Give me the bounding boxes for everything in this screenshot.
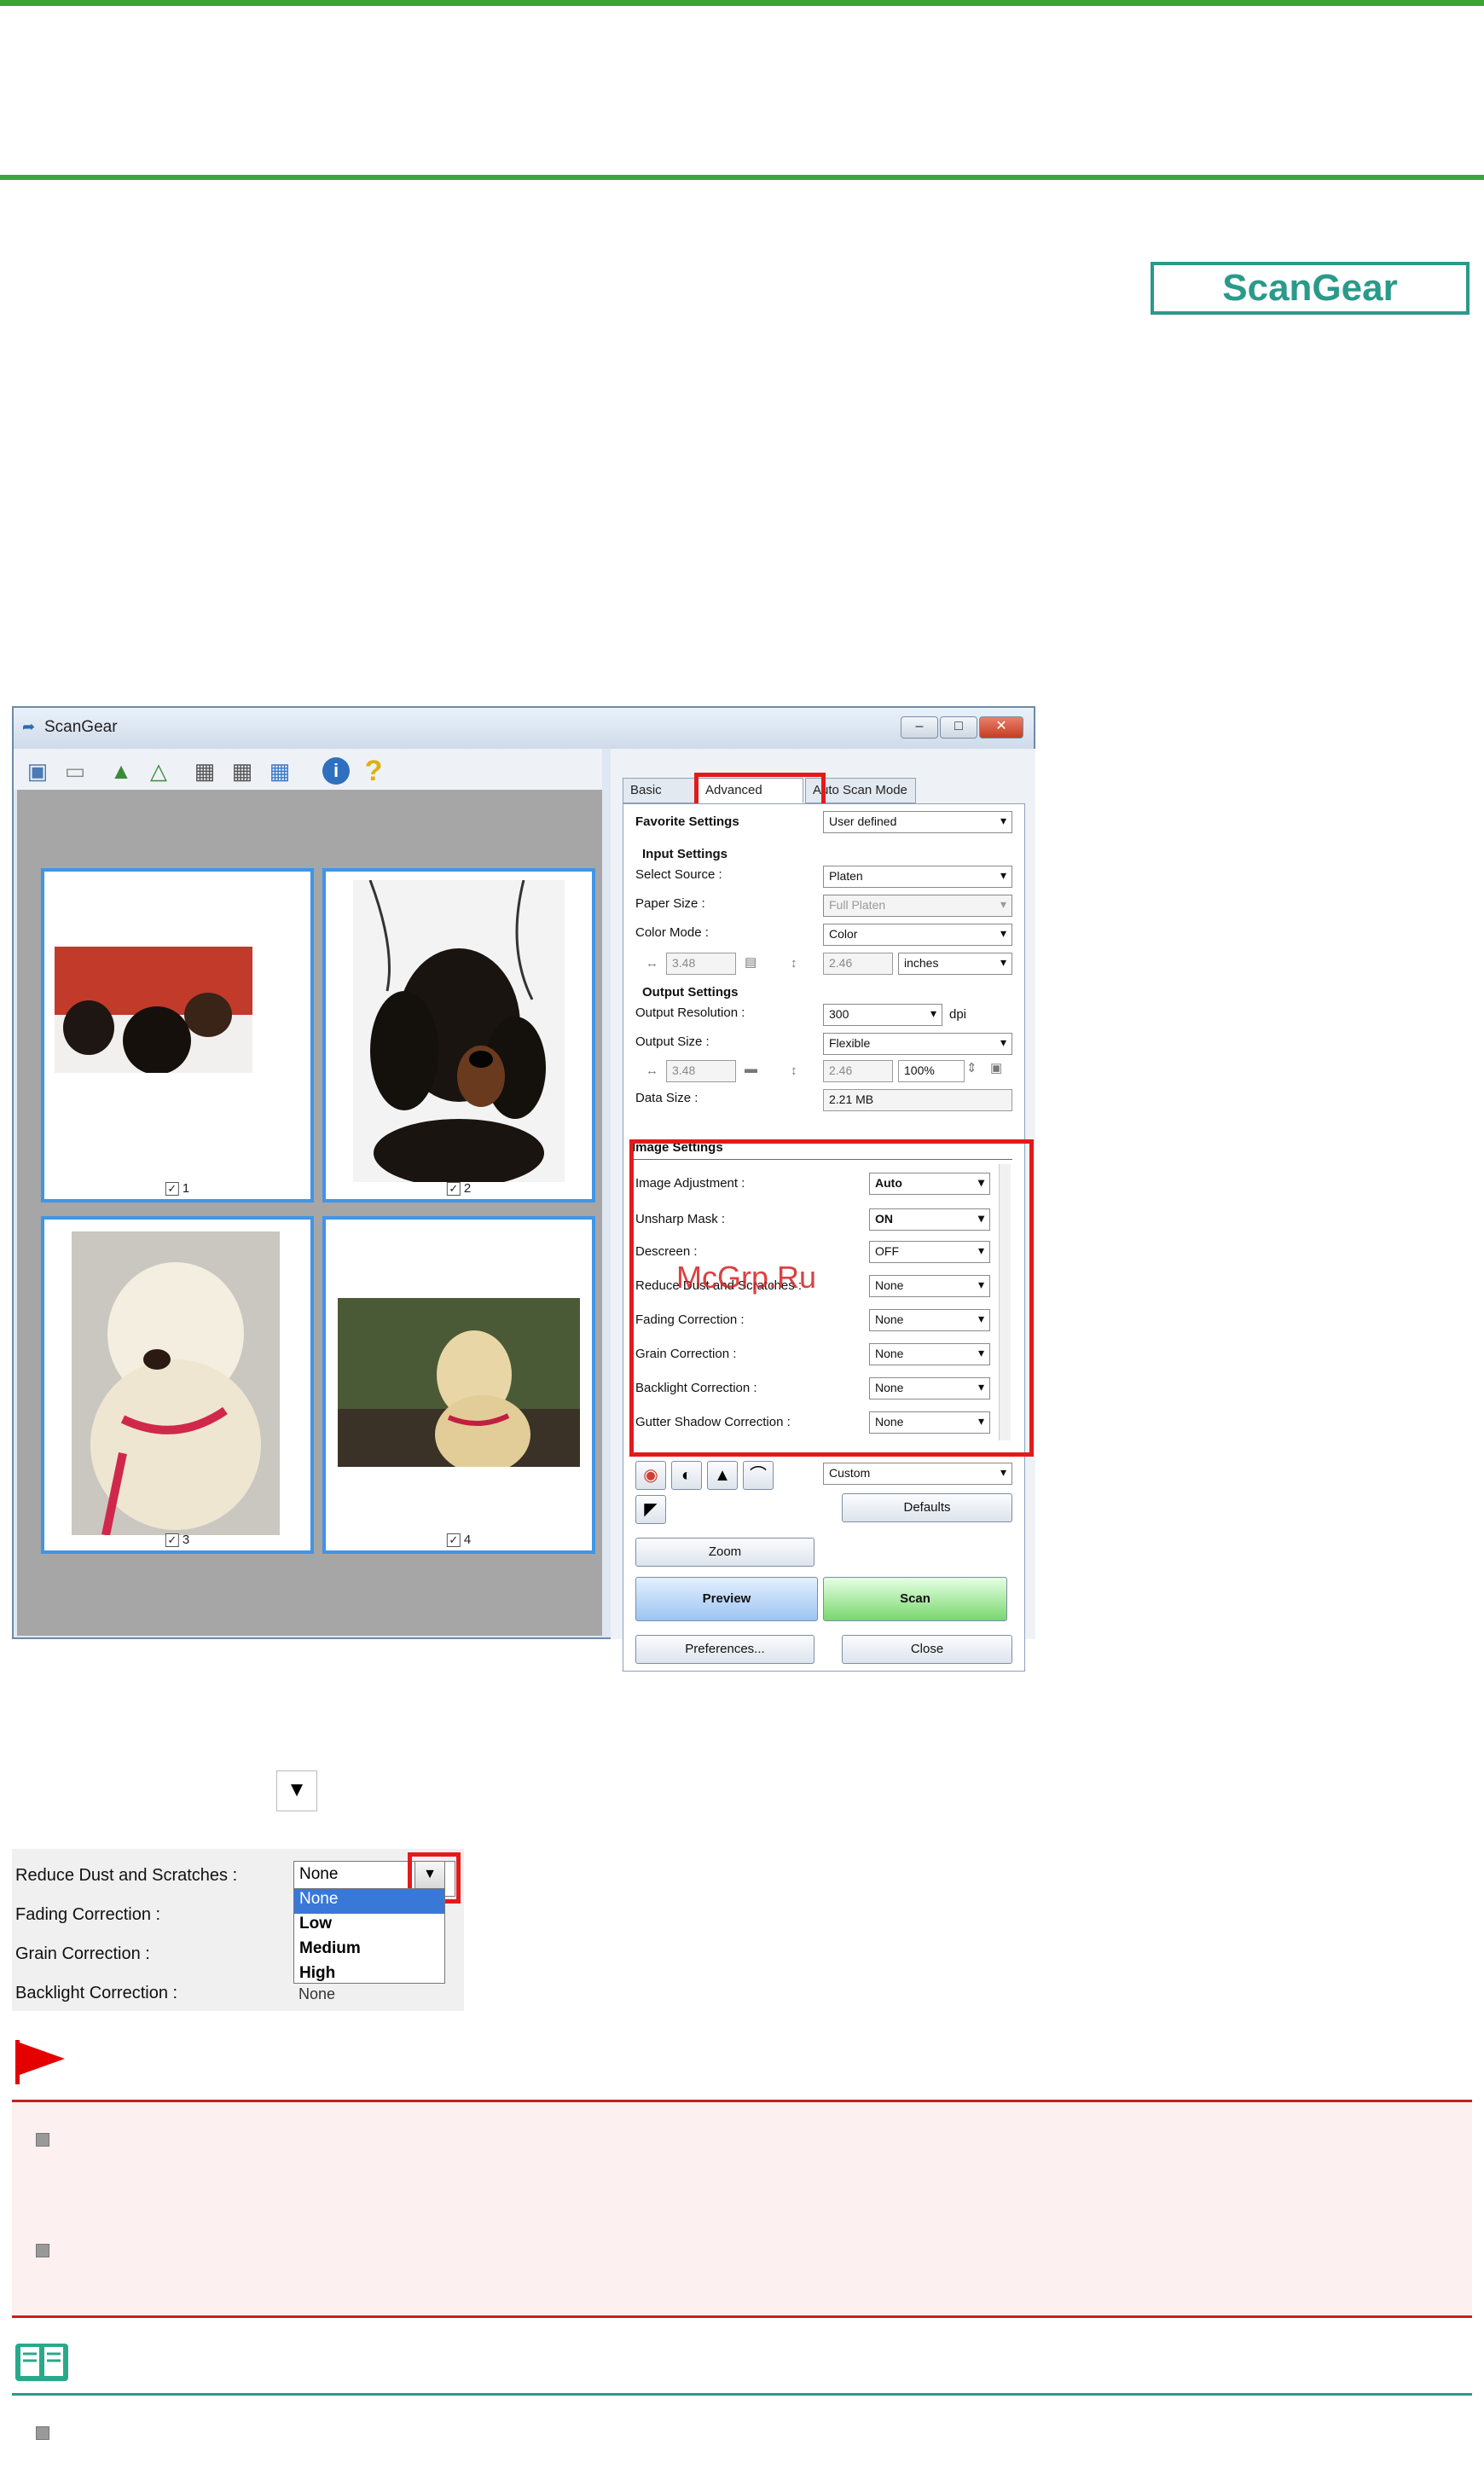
scangear-badge[interactable]: ScanGear — [1151, 262, 1470, 315]
preview-toolbar: ▣ ▭ ▲ △ ▦ ▦ ▦ i ? — [14, 749, 602, 790]
preview-area: ✓ 1 ✓ 2 ✓ 3 ✓ 4 — [17, 790, 602, 1636]
close-button[interactable]: Close — [842, 1635, 1012, 1664]
preview-button[interactable]: Preview — [635, 1577, 818, 1621]
select-source-select[interactable]: Platen — [823, 866, 1012, 888]
tone-curve-icon[interactable]: ⌒ — [743, 1461, 774, 1490]
thumbnail-checkbox-3[interactable]: ✓ 3 — [165, 1533, 189, 1547]
thumbnail-photo-3 — [72, 1231, 280, 1535]
scangear-window: ➦ ScanGear – □ ✕ ▣ ▭ ▲ △ ▦ ▦ ▦ i ? ✓ 1 ✓… — [12, 706, 1035, 1672]
new-page-icon[interactable]: ▭ — [58, 756, 92, 786]
crop-reduce-dust-label: Reduce Dust and Scratches : — [15, 1866, 238, 1885]
color-adjust-icon[interactable]: ◉ — [635, 1461, 666, 1490]
crop-icon[interactable]: △ — [142, 756, 176, 786]
bullet-icon — [36, 2133, 49, 2147]
output-height-field[interactable]: 2.46 — [823, 1060, 893, 1082]
unit-select[interactable]: inches — [898, 953, 1012, 975]
favorite-settings-select[interactable]: User defined — [823, 811, 1012, 833]
color-mode-select[interactable]: Color — [823, 924, 1012, 946]
bullet-icon — [36, 2426, 49, 2440]
preferences-button[interactable]: Preferences... — [635, 1635, 814, 1664]
input-height-icon: ↕ — [791, 956, 797, 971]
header-top-bar — [0, 0, 1484, 6]
bullet-icon — [36, 2244, 49, 2257]
crop-backlight-select: None — [299, 1985, 336, 2002]
maximize-button[interactable]: □ — [940, 716, 977, 739]
auto-crop-icon[interactable]: ▲ — [104, 756, 138, 786]
color-mode-label: Color Mode : — [635, 925, 709, 940]
info-icon[interactable]: i — [319, 756, 353, 786]
zoom-button[interactable]: Zoom — [635, 1538, 814, 1567]
thumbnail-photo-1 — [55, 947, 252, 1073]
link-icon[interactable]: ▬ — [745, 1062, 757, 1076]
output-settings-heading: Output Settings — [642, 985, 739, 1000]
histogram-icon[interactable]: ▲ — [707, 1461, 738, 1490]
thumbnail-photo-4 — [338, 1298, 580, 1467]
paper-size-select: Full Platen — [823, 895, 1012, 917]
tab-basic-mode[interactable]: Basic Mode — [623, 778, 696, 803]
brightness-contrast-icon[interactable]: ◐ — [671, 1461, 702, 1490]
app-icon: ➦ — [22, 718, 36, 735]
output-width-icon: ↔ — [646, 1063, 658, 1078]
window-title: ScanGear — [44, 718, 118, 736]
output-width-field[interactable]: 3.48 — [666, 1060, 736, 1082]
thumbnail-1[interactable]: ✓ 1 — [41, 868, 314, 1202]
dropdown-example: Reduce Dust and Scratches : Fading Corre… — [12, 1849, 464, 2011]
thumbnail-checkbox-2[interactable]: ✓ 2 — [446, 1181, 471, 1196]
crop-fading-label: Fading Correction : — [15, 1905, 161, 1924]
option-low[interactable]: Low — [294, 1914, 444, 1938]
thumbnail-checkbox-4[interactable]: ✓ 4 — [446, 1533, 471, 1547]
thumbnail-photo-2 — [353, 880, 565, 1182]
note-book-icon — [15, 2344, 68, 2381]
input-width-field[interactable]: 3.48 — [666, 953, 736, 975]
option-medium[interactable]: Medium — [294, 1938, 444, 1963]
thumbnail-4[interactable]: ✓ 4 — [322, 1216, 595, 1554]
rotate-icon[interactable]: ▣ — [20, 756, 55, 786]
whole-image-view-icon[interactable]: ▦ — [225, 756, 259, 786]
final-review-icon[interactable]: ◤ — [635, 1495, 666, 1524]
output-resolution-select[interactable]: 300 — [823, 1004, 942, 1026]
thumbnail-3[interactable]: ✓ 3 — [41, 1216, 314, 1554]
thumbnail-view-icon[interactable]: ▦ — [188, 756, 222, 786]
option-high[interactable]: High — [294, 1963, 444, 1988]
tone-preset-select[interactable]: Custom — [823, 1463, 1012, 1485]
scan-button[interactable]: Scan — [823, 1577, 1007, 1621]
option-none[interactable]: None — [294, 1889, 444, 1914]
data-size-value: 2.21 MB — [823, 1089, 1012, 1111]
crop-dropdown-list: None Low Medium High — [293, 1888, 445, 1984]
input-height-field[interactable]: 2.46 — [823, 953, 893, 975]
defaults-button[interactable]: Defaults — [842, 1493, 1012, 1522]
paper-size-label: Paper Size : — [635, 896, 705, 911]
data-size-label: Data Size : — [635, 1091, 699, 1105]
settings-panel: Basic Mode Advanced Mode Auto Scan Mode … — [611, 749, 1035, 1672]
crop-grain-label: Grain Correction : — [15, 1944, 150, 1963]
help-icon[interactable]: ? — [357, 755, 391, 787]
scale-spinner-icon[interactable]: ⇕ — [966, 1060, 977, 1075]
swap-orientation-icon[interactable]: ▣ — [990, 1060, 1002, 1075]
scale-field[interactable]: 100% — [898, 1060, 965, 1082]
thumbnail-checkbox-1[interactable]: ✓ 1 — [165, 1181, 189, 1196]
output-resolution-label: Output Resolution : — [635, 1005, 745, 1020]
output-size-select[interactable]: Flexible — [823, 1033, 1012, 1055]
important-flag-icon — [15, 2040, 65, 2084]
aspect-lock-icon[interactable]: ▤ — [745, 954, 756, 970]
dropdown-arrow-reference: ▼ — [276, 1770, 317, 1811]
note-box — [12, 2393, 1472, 2486]
crop-backlight-label: Backlight Correction : — [15, 1984, 178, 2002]
output-resolution-unit: dpi — [949, 1007, 967, 1022]
thumbnail-2[interactable]: ✓ 2 — [322, 868, 595, 1202]
favorite-settings-label: Favorite Settings — [635, 814, 739, 829]
multi-crop-icon[interactable]: ▦ — [263, 756, 297, 786]
window-titlebar: ➦ ScanGear – □ ✕ — [14, 708, 1034, 749]
select-source-label: Select Source : — [635, 867, 722, 882]
input-width-icon: ↔ — [646, 956, 658, 971]
image-settings-highlight — [629, 1139, 1034, 1457]
important-box — [12, 2100, 1472, 2318]
minimize-button[interactable]: – — [901, 716, 938, 739]
output-height-icon: ↕ — [791, 1063, 797, 1078]
header-bottom-bar — [0, 175, 1484, 180]
close-window-button[interactable]: ✕ — [979, 716, 1023, 739]
input-settings-heading: Input Settings — [642, 847, 728, 861]
output-size-label: Output Size : — [635, 1034, 710, 1049]
